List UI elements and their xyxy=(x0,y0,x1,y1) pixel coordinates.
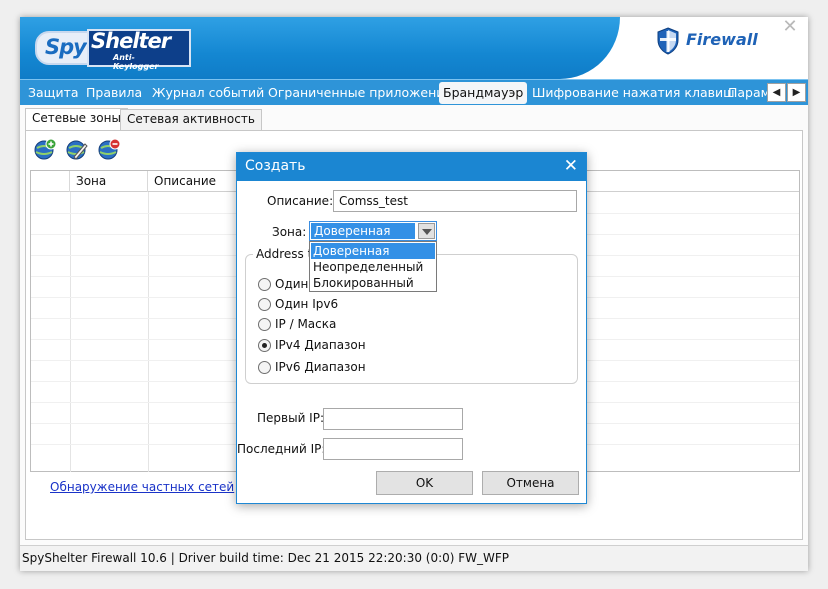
zone-dropdown[interactable]: Доверенная xyxy=(309,221,437,241)
radio-single-ipv6-label: Один Ipv6 xyxy=(275,297,339,311)
tab-network-activity[interactable]: Сетевая активность xyxy=(120,109,262,130)
radio-ipv6-range[interactable] xyxy=(258,361,271,374)
main-menu: Защита Правила Журнал событий Ограниченн… xyxy=(20,79,808,105)
brand-label: Firewall xyxy=(686,30,758,49)
zone-option-undefined[interactable]: Неопределенный xyxy=(311,259,435,275)
column-header-blank xyxy=(31,171,70,192)
radio-ip-mask-label: IP / Маска xyxy=(275,317,337,331)
private-network-discovery-link[interactable]: Обнаружение частных сетей xyxy=(50,480,234,494)
menu-scroll-right-button[interactable]: ▶ xyxy=(787,83,806,102)
radio-ip-mask[interactable] xyxy=(258,318,271,331)
description-field[interactable]: Comss_test xyxy=(333,190,577,212)
menu-keystroke-encryption[interactable]: Шифрование нажатия клавиш xyxy=(528,82,739,104)
zone-option-trusted[interactable]: Доверенная xyxy=(311,243,435,259)
status-bar: SpyShelter Firewall 10.6 | Driver build … xyxy=(20,545,808,571)
spyshelter-logo: Spy Shelter Anti-Keylogger xyxy=(35,25,191,71)
zone-label: Зона: xyxy=(272,225,307,239)
logo-shelter-text: Shelter xyxy=(91,29,171,53)
zone-dropdown-list: Доверенная Неопределенный Блокированный xyxy=(309,241,437,292)
address-type-legend: Address t xyxy=(253,247,313,261)
zone-selected-value: Доверенная xyxy=(311,223,415,239)
dialog-title: Создать xyxy=(245,158,306,174)
radio-single[interactable] xyxy=(258,278,271,291)
remove-zone-icon[interactable] xyxy=(97,138,121,162)
first-ip-label: Первый IP: xyxy=(257,411,325,425)
add-zone-icon[interactable] xyxy=(33,138,57,162)
firewall-brand: Firewall xyxy=(656,27,766,57)
radio-ipv4-range[interactable] xyxy=(258,339,271,352)
app-header: Spy Shelter Anti-Keylogger Firewall ✕ xyxy=(20,17,808,79)
shield-icon xyxy=(657,27,679,55)
dialog-close-icon[interactable]: ✕ xyxy=(564,156,578,176)
menu-protection[interactable]: Защита xyxy=(24,82,83,104)
tab-network-zones[interactable]: Сетевые зоны xyxy=(25,108,128,131)
cancel-button[interactable]: Отмена xyxy=(482,471,579,495)
menu-rules[interactable]: Правила xyxy=(82,82,146,104)
radio-single-label: Один xyxy=(275,277,309,291)
menu-firewall[interactable]: Брандмауэр xyxy=(439,82,528,104)
logo-spy-text: Spy xyxy=(35,31,94,65)
last-ip-label: Последний IP: xyxy=(237,442,326,456)
menu-scroll-left-button[interactable]: ◀ xyxy=(767,83,786,102)
first-ip-field[interactable] xyxy=(323,408,463,430)
radio-ipv4-range-label: IPv4 Диапазон xyxy=(275,338,366,352)
logo-tagline: Anti-Keylogger xyxy=(113,53,159,71)
create-zone-dialog: Создать ✕ Описание: Comss_test Зона: Дов… xyxy=(236,152,587,504)
ok-button[interactable]: OK xyxy=(376,471,473,495)
chevron-down-icon[interactable] xyxy=(418,223,435,239)
column-header-zone[interactable]: Зона xyxy=(70,171,148,192)
dialog-titlebar: Создать ✕ xyxy=(237,153,586,181)
last-ip-field[interactable] xyxy=(323,438,463,460)
radio-single-ipv6[interactable] xyxy=(258,298,271,311)
window-close-button[interactable]: ✕ xyxy=(772,17,808,37)
menu-event-log[interactable]: Журнал событий xyxy=(148,82,268,104)
zone-option-blocked[interactable]: Блокированный xyxy=(311,275,435,291)
description-label: Описание: xyxy=(267,194,334,208)
edit-zone-icon[interactable] xyxy=(65,138,89,162)
radio-ipv6-range-label: IPv6 Диапазон xyxy=(275,360,366,374)
menu-restricted-apps[interactable]: Ограниченные приложения xyxy=(264,82,456,104)
